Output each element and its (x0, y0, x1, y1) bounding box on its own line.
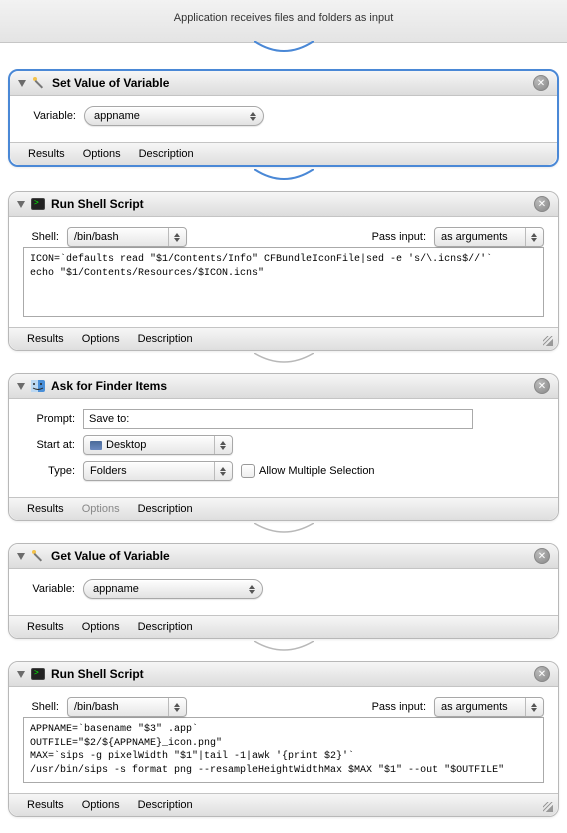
action-title: Run Shell Script (51, 197, 529, 211)
close-icon[interactable]: ✕ (534, 666, 550, 682)
pass-input-label: Pass input: (372, 701, 426, 713)
close-icon[interactable]: ✕ (533, 75, 549, 91)
action-footer: Results Options Description (10, 142, 557, 165)
variable-label: Variable: (24, 110, 76, 122)
pass-input-select[interactable]: as arguments (434, 697, 544, 717)
updown-arrows-icon (525, 228, 537, 246)
disclosure-triangle-icon[interactable] (17, 201, 25, 208)
connector (8, 353, 559, 367)
tab-description[interactable]: Description (138, 621, 193, 633)
updown-arrows-icon (243, 585, 255, 594)
updown-arrows-icon (168, 698, 180, 716)
pass-input-value: as arguments (441, 231, 508, 243)
shell-label: Shell: (23, 701, 59, 713)
variable-select[interactable]: appname (83, 579, 263, 599)
updown-arrows-icon (214, 436, 226, 454)
workflow-input-text: Application receives files and folders a… (174, 12, 394, 24)
tab-results[interactable]: Results (27, 503, 64, 515)
resize-grip-icon[interactable] (543, 336, 553, 346)
prompt-label: Prompt: (23, 413, 75, 425)
tab-options[interactable]: Options (82, 621, 120, 633)
tab-options[interactable]: Options (82, 503, 120, 515)
tab-description[interactable]: Description (139, 148, 194, 160)
action-header[interactable]: Ask for Finder Items ✕ (9, 374, 558, 399)
terminal-icon (30, 666, 46, 682)
tab-results[interactable]: Results (27, 333, 64, 345)
action-ask-finder-items[interactable]: Ask for Finder Items ✕ Prompt: Start at:… (8, 373, 559, 521)
action-header[interactable]: Run Shell Script ✕ (9, 662, 558, 687)
script-textarea[interactable]: APPNAME=`basename "$3" .app` OUTFILE="$2… (23, 717, 544, 783)
shell-select[interactable]: /bin/bash (67, 227, 187, 247)
tab-options[interactable]: Options (82, 333, 120, 345)
terminal-icon (30, 196, 46, 212)
pass-input-select[interactable]: as arguments (434, 227, 544, 247)
action-header[interactable]: Run Shell Script ✕ (9, 192, 558, 217)
shell-value: /bin/bash (74, 701, 119, 713)
type-select[interactable]: Folders (83, 461, 233, 481)
finder-icon (30, 378, 46, 394)
type-label: Type: (23, 465, 75, 477)
shell-value: /bin/bash (74, 231, 119, 243)
action-footer: Results Options Description (9, 615, 558, 638)
variable-select[interactable]: appname (84, 106, 264, 126)
tab-description[interactable]: Description (138, 333, 193, 345)
disclosure-triangle-icon[interactable] (17, 383, 25, 390)
shell-label: Shell: (23, 231, 59, 243)
start-at-value: Desktop (106, 439, 146, 451)
action-set-variable[interactable]: Set Value of Variable ✕ Variable: appnam… (8, 69, 559, 167)
tab-results[interactable]: Results (27, 621, 64, 633)
tab-description[interactable]: Description (138, 799, 193, 811)
action-footer: Results Options Description (9, 497, 558, 520)
desktop-icon (90, 441, 102, 450)
action-footer: Results Options Description (9, 793, 558, 816)
pass-input-label: Pass input: (372, 231, 426, 243)
close-icon[interactable]: ✕ (534, 378, 550, 394)
updown-arrows-icon (244, 112, 256, 121)
tab-results[interactable]: Results (28, 148, 65, 160)
workflow-input-bar: Application receives files and folders a… (0, 0, 567, 43)
tab-options[interactable]: Options (83, 148, 121, 160)
action-title: Run Shell Script (51, 667, 529, 681)
allow-multiple-checkbox[interactable]: Allow Multiple Selection (241, 464, 375, 478)
action-title: Set Value of Variable (52, 76, 528, 90)
connector (8, 169, 559, 185)
wand-icon (31, 75, 47, 91)
tab-description[interactable]: Description (138, 503, 193, 515)
script-textarea[interactable]: ICON=`defaults read "$1/Contents/Info" C… (23, 247, 544, 317)
disclosure-triangle-icon[interactable] (18, 80, 26, 87)
connector (8, 641, 559, 655)
action-title: Ask for Finder Items (51, 379, 529, 393)
updown-arrows-icon (214, 462, 226, 480)
type-value: Folders (90, 465, 127, 477)
action-run-shell-script-1[interactable]: Run Shell Script ✕ Shell: /bin/bash Pass… (8, 191, 559, 351)
tab-results[interactable]: Results (27, 799, 64, 811)
shell-select[interactable]: /bin/bash (67, 697, 187, 717)
action-title: Get Value of Variable (51, 549, 529, 563)
disclosure-triangle-icon[interactable] (17, 553, 25, 560)
wand-icon (30, 548, 46, 564)
updown-arrows-icon (525, 698, 537, 716)
disclosure-triangle-icon[interactable] (17, 671, 25, 678)
action-footer: Results Options Description (9, 327, 558, 350)
connector (8, 523, 559, 537)
action-header[interactable]: Set Value of Variable ✕ (10, 71, 557, 96)
tab-options[interactable]: Options (82, 799, 120, 811)
variable-value: appname (94, 110, 140, 122)
close-icon[interactable]: ✕ (534, 196, 550, 212)
pass-input-value: as arguments (441, 701, 508, 713)
checkbox-icon[interactable] (241, 464, 255, 478)
start-at-select[interactable]: Desktop (83, 435, 233, 455)
close-icon[interactable]: ✕ (534, 548, 550, 564)
updown-arrows-icon (168, 228, 180, 246)
action-header[interactable]: Get Value of Variable ✕ (9, 544, 558, 569)
action-get-variable[interactable]: Get Value of Variable ✕ Variable: appnam… (8, 543, 559, 639)
allow-multiple-label: Allow Multiple Selection (259, 465, 375, 477)
start-at-label: Start at: (23, 439, 75, 451)
action-run-shell-script-2[interactable]: Run Shell Script ✕ Shell: /bin/bash Pass… (8, 661, 559, 817)
prompt-input[interactable] (83, 409, 473, 429)
resize-grip-icon[interactable] (543, 802, 553, 812)
variable-label: Variable: (23, 583, 75, 595)
variable-value: appname (93, 583, 139, 595)
